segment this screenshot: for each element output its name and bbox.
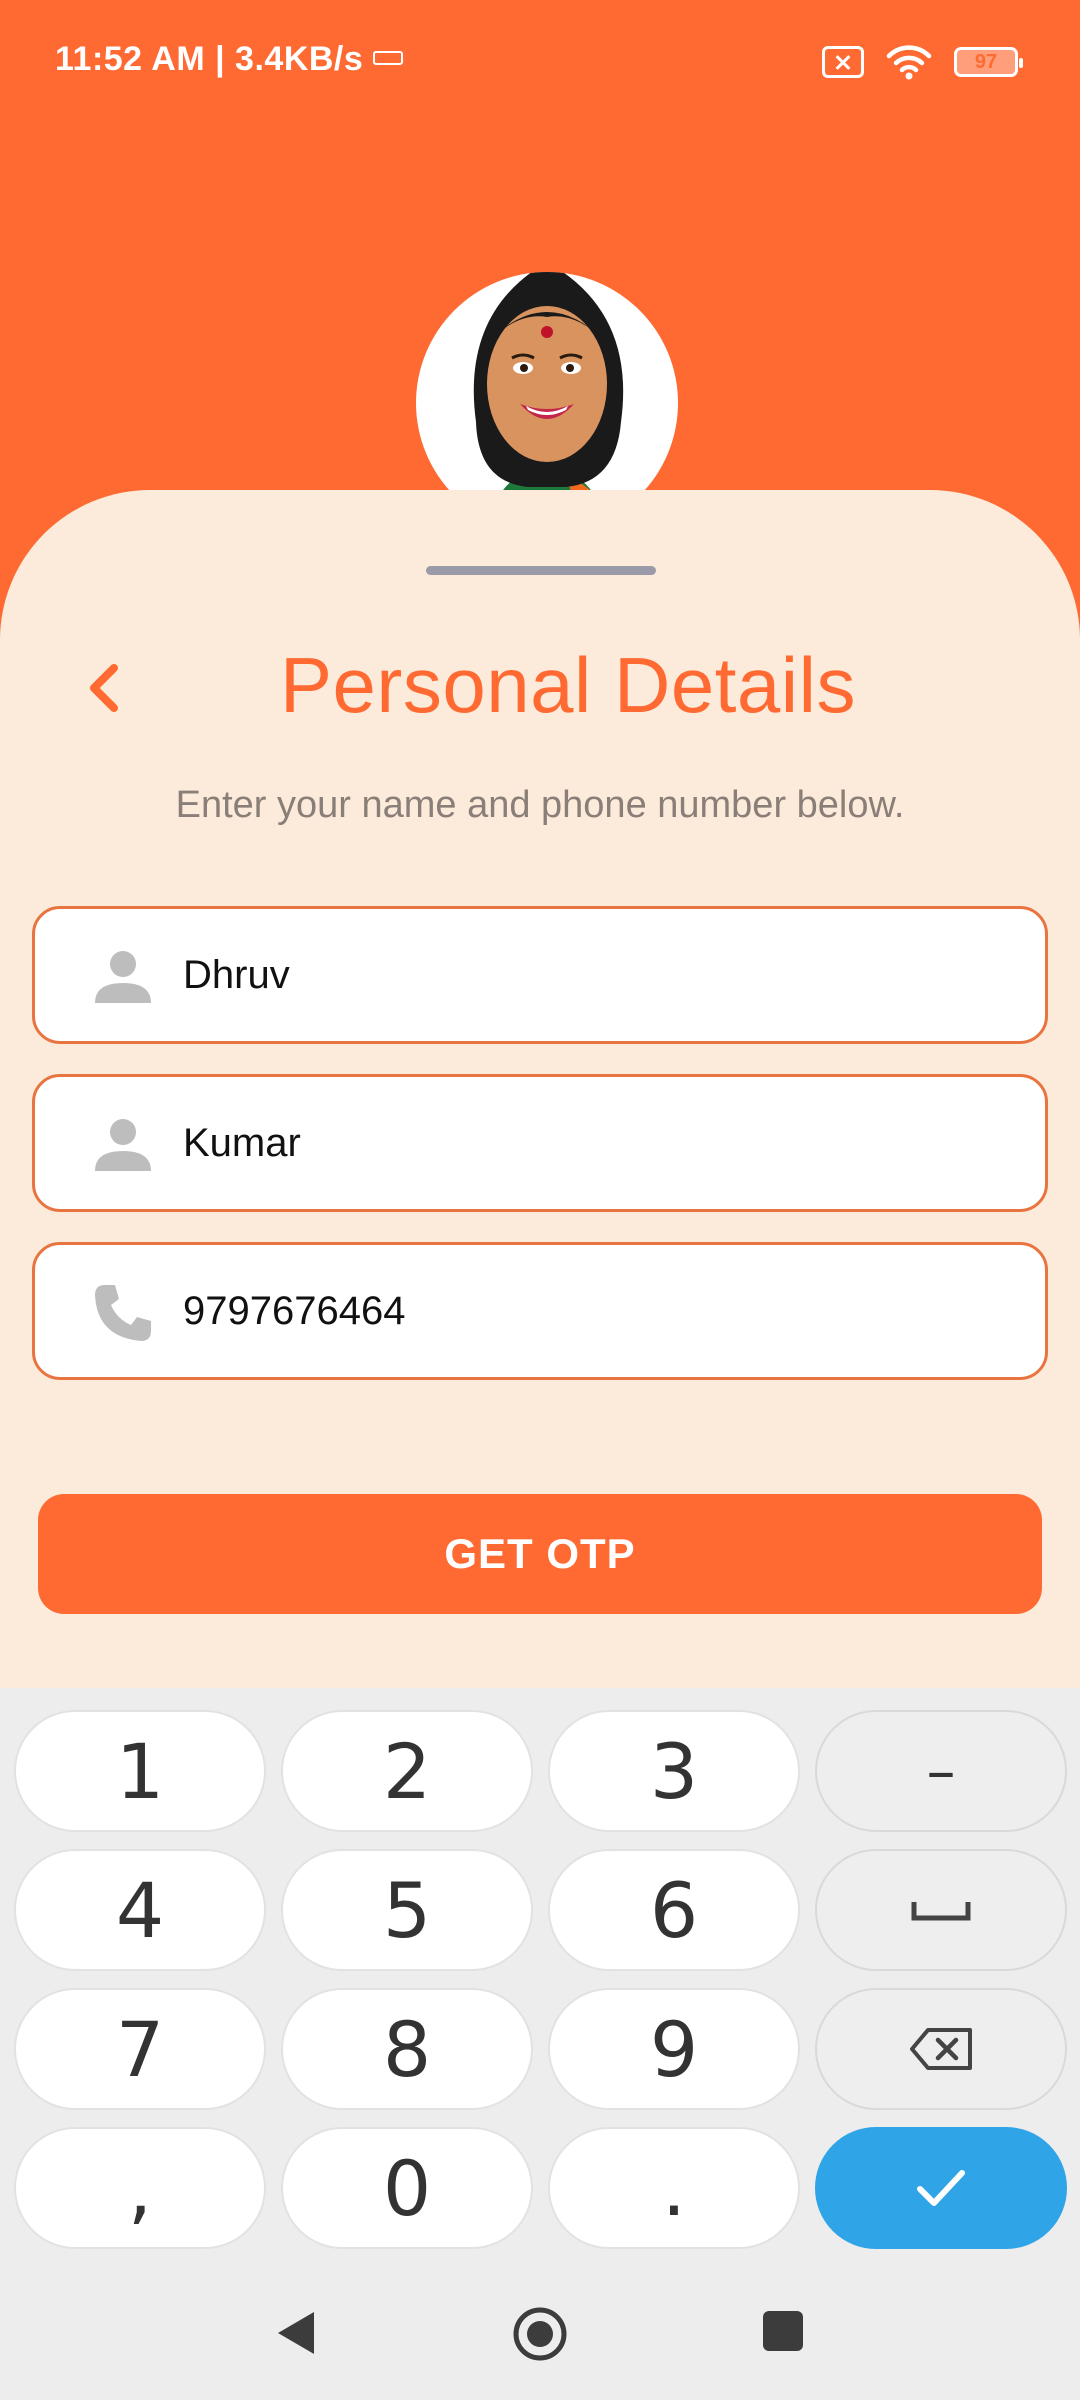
status-icons: 97 [822, 44, 1023, 80]
last-name-value: Kumar [183, 1121, 301, 1165]
person-icon [95, 1119, 151, 1171]
phone-value: 9797676464 [183, 1289, 406, 1333]
key-period[interactable]: . [548, 2127, 800, 2249]
page-title: Personal Details [280, 641, 856, 729]
key-5[interactable]: 5 [281, 1849, 533, 1971]
keyboard-indicator-icon [373, 51, 404, 66]
numeric-keyboard: 1 2 3 – 4 5 6 7 8 9 , 0 . [0, 1688, 1080, 2400]
status-bar: 11:52 AM | 3.4KB/s 97 [0, 0, 1080, 124]
sim-error-icon [822, 46, 864, 78]
nav-back-icon[interactable] [272, 2308, 318, 2358]
bottom-sheet: Personal Details Enter your name and pho… [0, 490, 1080, 1690]
get-otp-button[interactable]: GET OTP [38, 1494, 1042, 1614]
key-6[interactable]: 6 [548, 1849, 800, 1971]
drag-handle[interactable] [426, 566, 656, 575]
backspace-icon [910, 2028, 972, 2070]
person-icon [95, 951, 151, 1003]
key-1[interactable]: 1 [14, 1710, 266, 1832]
page-subtitle: Enter your name and phone number below. [175, 784, 905, 826]
key-backspace[interactable] [815, 1988, 1067, 2110]
battery-level: 97 [974, 50, 998, 73]
first-name-value: Dhruv [183, 953, 290, 997]
key-comma[interactable]: , [14, 2127, 266, 2249]
nav-home-icon[interactable] [512, 2306, 568, 2362]
key-7[interactable]: 7 [14, 1988, 266, 2110]
key-8[interactable]: 8 [281, 1988, 533, 2110]
last-name-field[interactable]: Kumar [32, 1074, 1048, 1212]
key-4[interactable]: 4 [14, 1849, 266, 1971]
status-time-speed: 11:52 AM | 3.4KB/s [55, 40, 364, 78]
wifi-icon [886, 45, 932, 80]
key-3[interactable]: 3 [548, 1710, 800, 1832]
key-space[interactable] [815, 1849, 1067, 1971]
key-2[interactable]: 2 [281, 1710, 533, 1832]
nav-recents-icon[interactable] [762, 2310, 804, 2352]
phone-icon [95, 1285, 151, 1341]
status-time: 11:52 AM | 3.4KB/s [55, 40, 404, 79]
phone-field[interactable]: 9797676464 [32, 1242, 1048, 1380]
key-done[interactable] [815, 2127, 1067, 2249]
key-dash[interactable]: – [815, 1710, 1067, 1832]
first-name-field[interactable]: Dhruv [32, 906, 1048, 1044]
key-0[interactable]: 0 [281, 2127, 533, 2249]
key-9[interactable]: 9 [548, 1988, 800, 2110]
check-icon [917, 2170, 965, 2206]
battery-icon: 97 [954, 47, 1023, 77]
space-icon [911, 1902, 971, 1921]
